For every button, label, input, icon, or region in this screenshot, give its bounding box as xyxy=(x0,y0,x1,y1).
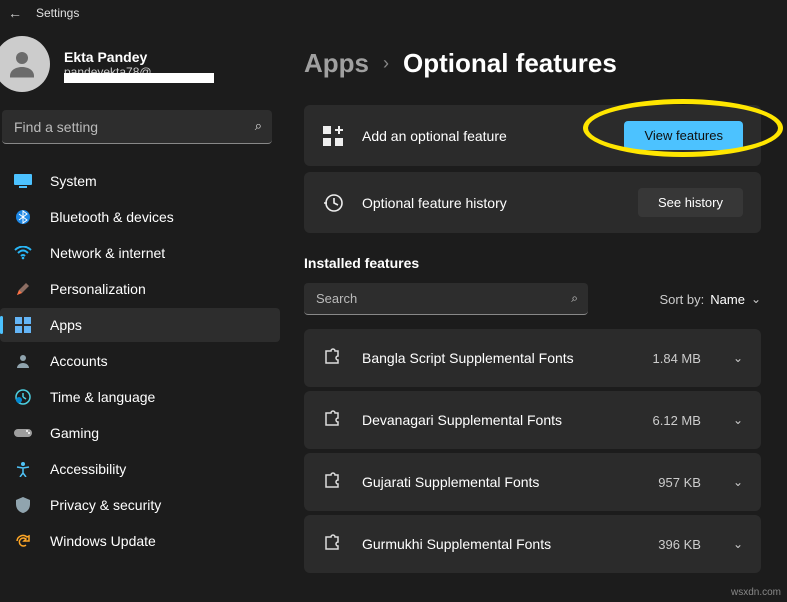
feature-size: 1.84 MB xyxy=(653,351,701,366)
nav-label: Accounts xyxy=(50,353,108,369)
feature-row[interactable]: Gurmukhi Supplemental Fonts 396 KB ⌄ xyxy=(304,515,761,573)
profile-block[interactable]: Ekta Pandey pandeyekta78@ xyxy=(0,26,280,110)
feature-search-input[interactable] xyxy=(304,283,588,315)
sort-value: Name xyxy=(710,292,745,307)
add-apps-icon xyxy=(322,125,344,147)
watermark: wsxdn.com xyxy=(731,587,781,598)
history-icon xyxy=(322,192,344,214)
nav-label: Network & internet xyxy=(50,245,165,261)
feature-size: 396 KB xyxy=(658,537,701,552)
profile-name: Ekta Pandey xyxy=(64,49,152,65)
nav-label: System xyxy=(50,173,97,189)
bluetooth-icon xyxy=(14,208,32,226)
nav-network[interactable]: Network & internet xyxy=(0,236,280,270)
breadcrumb: Apps › Optional features xyxy=(304,48,761,79)
update-icon xyxy=(14,532,32,550)
nav-gaming[interactable]: Gaming xyxy=(0,416,280,450)
gamepad-icon xyxy=(14,424,32,442)
person-icon xyxy=(14,352,32,370)
add-feature-label: Add an optional feature xyxy=(362,128,606,144)
monitor-icon xyxy=(14,172,32,190)
nav-label: Bluetooth & devices xyxy=(50,209,174,225)
chevron-down-icon: ⌄ xyxy=(751,292,761,306)
search-input[interactable] xyxy=(2,110,272,144)
search-icon[interactable]: ⌕ xyxy=(255,118,262,134)
sort-label: Sort by: xyxy=(659,292,704,307)
apps-icon xyxy=(14,316,32,334)
feature-name: Gujarati Supplemental Fonts xyxy=(362,474,640,490)
nav-list: System Bluetooth & devices Network & int… xyxy=(0,164,280,558)
installed-heading: Installed features xyxy=(304,255,761,271)
nav-time[interactable]: Time & language xyxy=(0,380,280,414)
nav-label: Accessibility xyxy=(50,461,126,477)
installed-toolbar: ⌕ Sort by: Name ⌄ xyxy=(304,283,761,315)
view-features-button[interactable]: View features xyxy=(624,121,743,150)
feature-size: 957 KB xyxy=(658,475,701,490)
nav-personalization[interactable]: Personalization xyxy=(0,272,280,306)
chevron-down-icon[interactable]: ⌄ xyxy=(733,475,743,489)
history-label: Optional feature history xyxy=(362,195,620,211)
profile-email: pandeyekta78@ xyxy=(64,65,152,79)
chevron-down-icon[interactable]: ⌄ xyxy=(733,413,743,427)
nav-system[interactable]: System xyxy=(0,164,280,198)
sidebar: Ekta Pandey pandeyekta78@ ⌕ System Bluet… xyxy=(0,26,280,602)
nav-update[interactable]: Windows Update xyxy=(0,524,280,558)
feature-row[interactable]: Bangla Script Supplemental Fonts 1.84 MB… xyxy=(304,329,761,387)
see-history-button[interactable]: See history xyxy=(638,188,743,217)
feature-name: Devanagari Supplemental Fonts xyxy=(362,412,635,428)
wifi-icon xyxy=(14,244,32,262)
history-card: Optional feature history See history xyxy=(304,172,761,233)
chevron-down-icon[interactable]: ⌄ xyxy=(733,537,743,551)
nav-accounts[interactable]: Accounts xyxy=(0,344,280,378)
add-feature-card: Add an optional feature View features xyxy=(304,105,761,166)
chevron-down-icon[interactable]: ⌄ xyxy=(733,351,743,365)
feature-size: 6.12 MB xyxy=(653,413,701,428)
sort-dropdown[interactable]: Sort by: Name ⌄ xyxy=(659,292,761,307)
puzzle-icon xyxy=(322,471,344,493)
puzzle-icon xyxy=(322,409,344,431)
nav-label: Windows Update xyxy=(50,533,156,549)
shield-icon xyxy=(14,496,32,514)
email-redaction xyxy=(64,73,214,83)
globe-clock-icon xyxy=(14,388,32,406)
breadcrumb-parent[interactable]: Apps xyxy=(304,48,369,79)
window-title: Settings xyxy=(36,6,79,20)
feature-name: Bangla Script Supplemental Fonts xyxy=(362,350,635,366)
nav-label: Personalization xyxy=(50,281,146,297)
nav-accessibility[interactable]: Accessibility xyxy=(0,452,280,486)
nav-apps[interactable]: Apps xyxy=(0,308,280,342)
window-header: ← Settings xyxy=(0,0,787,26)
nav-bluetooth[interactable]: Bluetooth & devices xyxy=(0,200,280,234)
nav-label: Time & language xyxy=(50,389,155,405)
paintbrush-icon xyxy=(14,280,32,298)
feature-row[interactable]: Devanagari Supplemental Fonts 6.12 MB ⌄ xyxy=(304,391,761,449)
avatar xyxy=(0,36,50,92)
breadcrumb-current: Optional features xyxy=(403,48,617,79)
main-content: Apps › Optional features Add an optional… xyxy=(280,26,787,602)
nav-privacy[interactable]: Privacy & security xyxy=(0,488,280,522)
nav-label: Apps xyxy=(50,317,82,333)
nav-label: Privacy & security xyxy=(50,497,161,513)
feature-list: Bangla Script Supplemental Fonts 1.84 MB… xyxy=(304,329,761,573)
puzzle-icon xyxy=(322,533,344,555)
feature-search[interactable]: ⌕ xyxy=(304,283,588,315)
puzzle-icon xyxy=(322,347,344,369)
back-arrow-icon[interactable]: ← xyxy=(8,5,22,21)
chevron-right-icon: › xyxy=(383,53,389,74)
settings-search[interactable]: ⌕ xyxy=(2,110,272,144)
search-icon[interactable]: ⌕ xyxy=(571,291,578,306)
feature-row[interactable]: Gujarati Supplemental Fonts 957 KB ⌄ xyxy=(304,453,761,511)
feature-name: Gurmukhi Supplemental Fonts xyxy=(362,536,640,552)
accessibility-icon xyxy=(14,460,32,478)
nav-label: Gaming xyxy=(50,425,99,441)
